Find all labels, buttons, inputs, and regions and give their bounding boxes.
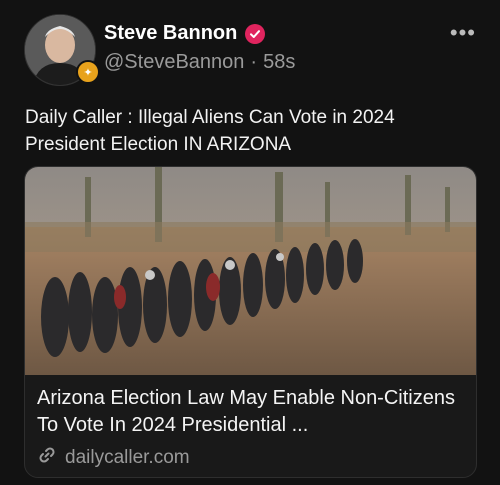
verified-badge-icon <box>245 23 266 44</box>
post-text: Daily Caller : Illegal Aliens Can Vote i… <box>25 107 395 155</box>
author-name[interactable]: Steve Bannon <box>104 22 237 45</box>
card-image <box>25 167 476 375</box>
author-handle[interactable]: @SteveBannon <box>104 51 244 74</box>
author-name-row: Steve Bannon <box>104 22 266 45</box>
link-icon <box>37 445 57 471</box>
separator-dot: · <box>250 51 258 73</box>
post-time[interactable]: 58s <box>263 51 295 74</box>
card-link[interactable]: dailycaller.com <box>37 445 190 471</box>
card-domain: dailycaller.com <box>65 447 190 468</box>
avatar-badge-icon: ✦ <box>76 60 100 84</box>
link-card[interactable]: Arizona Election Law May Enable Non-Citi… <box>24 166 477 478</box>
handle-row: @SteveBannon · 58s <box>104 51 295 74</box>
post: ✦ Steve Bannon @SteveBannon · 58s ••• Da… <box>0 0 500 485</box>
card-title[interactable]: Arizona Election Law May Enable Non-Citi… <box>37 385 467 439</box>
more-options-icon[interactable]: ••• <box>450 20 476 46</box>
